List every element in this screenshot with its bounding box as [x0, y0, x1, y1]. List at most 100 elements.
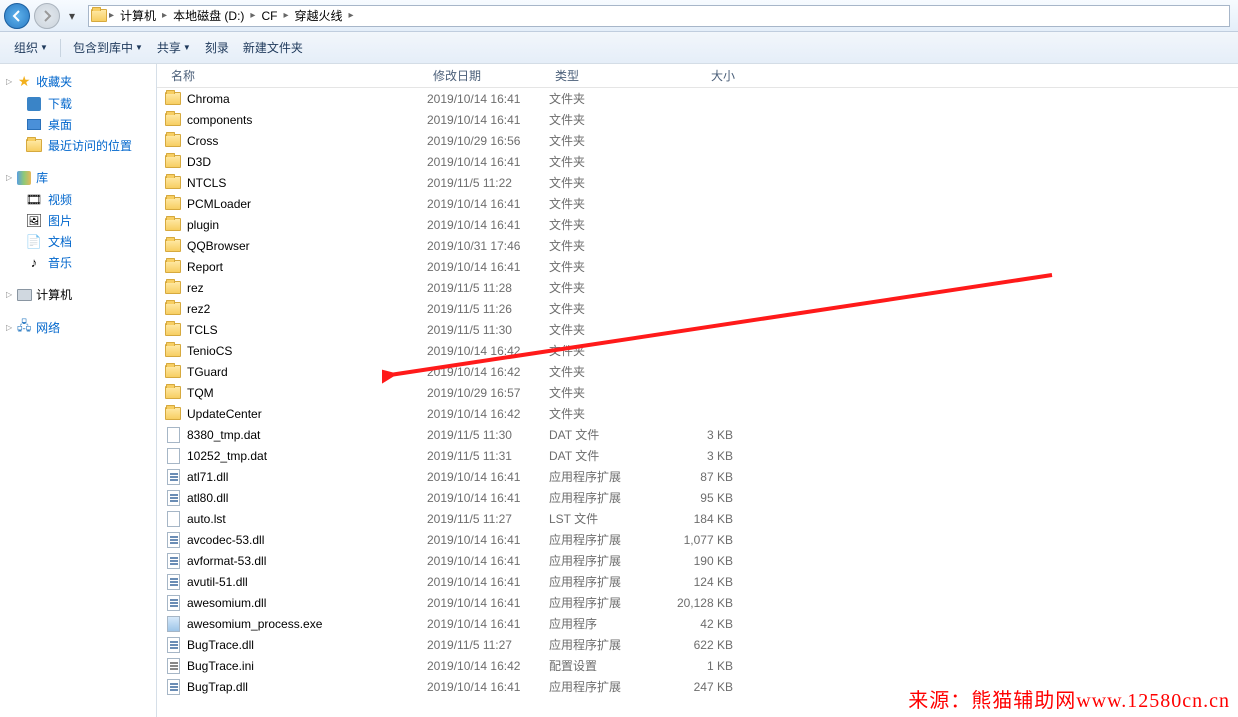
- favorites-group: ▷ ★ 收藏夹 下载 桌面 最近访问的位置: [0, 70, 156, 156]
- chevron-right-icon[interactable]: ▸: [346, 10, 355, 21]
- column-name[interactable]: 名称: [165, 67, 427, 84]
- file-row[interactable]: QQBrowser2019/10/31 17:46文件夹: [157, 235, 1238, 256]
- file-name: rez: [187, 281, 204, 295]
- new-folder-button[interactable]: 新建文件夹: [237, 35, 309, 60]
- file-type: 应用程序: [549, 615, 661, 632]
- file-type: 应用程序扩展: [549, 489, 661, 506]
- file-name: atl80.dll: [187, 491, 228, 505]
- file-row[interactable]: 8380_tmp.dat2019/11/5 11:30DAT 文件3 KB: [157, 424, 1238, 445]
- file-row[interactable]: TGuard2019/10/14 16:42文件夹: [157, 361, 1238, 382]
- burn-button[interactable]: 刻录: [199, 35, 235, 60]
- file-row[interactable]: TenioCS2019/10/14 16:42文件夹: [157, 340, 1238, 361]
- address-bar-area: ▾ ▸ 计算机 ▸ 本地磁盘 (D:) ▸ CF ▸ 穿越火线 ▸: [0, 0, 1238, 32]
- file-row[interactable]: PCMLoader2019/10/14 16:41文件夹: [157, 193, 1238, 214]
- column-size[interactable]: 大小: [661, 67, 741, 84]
- file-date: 2019/11/5 11:31: [427, 449, 549, 463]
- chevron-right-icon[interactable]: ▸: [160, 10, 169, 21]
- sidebar-item-pictures[interactable]: 🖼图片: [0, 210, 156, 231]
- file-row[interactable]: avutil-51.dll2019/10/14 16:41应用程序扩展124 K…: [157, 571, 1238, 592]
- breadcrumb-item[interactable]: 计算机: [116, 7, 160, 24]
- organize-button[interactable]: 组织▼: [8, 35, 54, 60]
- file-row[interactable]: D3D2019/10/14 16:41文件夹: [157, 151, 1238, 172]
- file-row[interactable]: TCLS2019/11/5 11:30文件夹: [157, 319, 1238, 340]
- sidebar-item-music[interactable]: ♪音乐: [0, 252, 156, 273]
- forward-button[interactable]: [34, 3, 60, 29]
- file-row[interactable]: NTCLS2019/11/5 11:22文件夹: [157, 172, 1238, 193]
- folder-icon: [165, 112, 181, 128]
- file-row[interactable]: avformat-53.dll2019/10/14 16:41应用程序扩展190…: [157, 550, 1238, 571]
- file-row[interactable]: TQM2019/10/29 16:57文件夹: [157, 382, 1238, 403]
- address-bar[interactable]: ▸ 计算机 ▸ 本地磁盘 (D:) ▸ CF ▸ 穿越火线 ▸: [88, 5, 1230, 27]
- file-name: avformat-53.dll: [187, 554, 266, 568]
- file-date: 2019/11/5 11:28: [427, 281, 549, 295]
- folder-icon: [165, 259, 181, 275]
- libraries-header[interactable]: ▷ 库: [0, 166, 156, 189]
- file-date: 2019/10/14 16:42: [427, 407, 549, 421]
- file-date: 2019/11/5 11:30: [427, 428, 549, 442]
- chevron-right-icon[interactable]: ▸: [107, 10, 116, 21]
- file-name: BugTrap.dll: [187, 680, 248, 694]
- file-type: 应用程序扩展: [549, 573, 661, 590]
- file-type: 文件夹: [549, 216, 661, 233]
- file-row[interactable]: rez2019/11/5 11:28文件夹: [157, 277, 1238, 298]
- column-type[interactable]: 类型: [549, 67, 661, 84]
- file-row[interactable]: awesomium.dll2019/10/14 16:41应用程序扩展20,12…: [157, 592, 1238, 613]
- file-row[interactable]: atl71.dll2019/10/14 16:41应用程序扩展87 KB: [157, 466, 1238, 487]
- breadcrumb-item[interactable]: CF: [257, 9, 281, 23]
- sidebar-item-computer[interactable]: ▷ 计算机: [0, 283, 156, 306]
- file-name: PCMLoader: [187, 197, 251, 211]
- file-date: 2019/10/29 16:56: [427, 134, 549, 148]
- main-split: ▷ ★ 收藏夹 下载 桌面 最近访问的位置 ▷ 库 🎞视频 🖼图片 📄文档 ♪音…: [0, 64, 1238, 717]
- file-date: 2019/10/14 16:41: [427, 155, 549, 169]
- favorites-header[interactable]: ▷ ★ 收藏夹: [0, 70, 156, 93]
- file-row[interactable]: plugin2019/10/14 16:41文件夹: [157, 214, 1238, 235]
- file-row[interactable]: BugTrace.dll2019/11/5 11:27应用程序扩展622 KB: [157, 634, 1238, 655]
- file-row[interactable]: auto.lst2019/11/5 11:27LST 文件184 KB: [157, 508, 1238, 529]
- file-date: 2019/11/5 11:22: [427, 176, 549, 190]
- file-row[interactable]: Cross2019/10/29 16:56文件夹: [157, 130, 1238, 151]
- file-size: 42 KB: [661, 617, 741, 631]
- file-row[interactable]: rez22019/11/5 11:26文件夹: [157, 298, 1238, 319]
- chevron-right-icon[interactable]: ▸: [248, 10, 257, 21]
- network-group: ▷ 🖧 网络: [0, 316, 156, 339]
- expand-icon: ▷: [6, 77, 12, 86]
- file-row[interactable]: components2019/10/14 16:41文件夹: [157, 109, 1238, 130]
- file-name: TCLS: [187, 323, 218, 337]
- sidebar-item-network[interactable]: ▷ 🖧 网络: [0, 316, 156, 339]
- file-name: Report: [187, 260, 223, 274]
- file-row[interactable]: Report2019/10/14 16:41文件夹: [157, 256, 1238, 277]
- sidebar-item-recent[interactable]: 最近访问的位置: [0, 135, 156, 156]
- file-row[interactable]: atl80.dll 2019/10/14 16:41应用程序扩展95 KB: [157, 487, 1238, 508]
- share-button[interactable]: 共享▼: [151, 35, 197, 60]
- file-row[interactable]: 10252_tmp.dat2019/11/5 11:31DAT 文件3 KB: [157, 445, 1238, 466]
- file-name: atl71.dll: [187, 470, 228, 484]
- file-name: Chroma: [187, 92, 230, 106]
- separator: [60, 39, 61, 57]
- breadcrumb-item[interactable]: 穿越火线: [290, 7, 346, 24]
- computer-group: ▷ 计算机: [0, 283, 156, 306]
- column-date[interactable]: 修改日期: [427, 67, 549, 84]
- file-row[interactable]: Chroma2019/10/14 16:41文件夹: [157, 88, 1238, 109]
- chevron-right-icon[interactable]: ▸: [281, 10, 290, 21]
- file-type: 文件夹: [549, 132, 661, 149]
- nav-history-dropdown[interactable]: ▾: [64, 3, 80, 29]
- back-button[interactable]: [4, 3, 30, 29]
- file-date: 2019/10/14 16:41: [427, 491, 549, 505]
- chevron-down-icon: ▼: [183, 43, 191, 52]
- file-row[interactable]: BugTrace.ini2019/10/14 16:42配置设置1 KB: [157, 655, 1238, 676]
- command-bar: 组织▼ 包含到库中▼ 共享▼ 刻录 新建文件夹: [0, 32, 1238, 64]
- file-row[interactable]: UpdateCenter2019/10/14 16:42文件夹: [157, 403, 1238, 424]
- file-row[interactable]: awesomium_process.exe2019/10/14 16:41应用程…: [157, 613, 1238, 634]
- include-in-library-button[interactable]: 包含到库中▼: [67, 35, 149, 60]
- sidebar-item-videos[interactable]: 🎞视频: [0, 189, 156, 210]
- sidebar-item-desktop[interactable]: 桌面: [0, 114, 156, 135]
- sidebar-item-documents[interactable]: 📄文档: [0, 231, 156, 252]
- sidebar-item-downloads[interactable]: 下载: [0, 93, 156, 114]
- file-name: awesomium_process.exe: [187, 617, 322, 631]
- file-date: 2019/10/14 16:41: [427, 470, 549, 484]
- file-name: QQBrowser: [187, 239, 250, 253]
- file-date: 2019/10/14 16:41: [427, 554, 549, 568]
- breadcrumb-item[interactable]: 本地磁盘 (D:): [169, 7, 248, 24]
- file-size: 95 KB: [661, 491, 741, 505]
- file-row[interactable]: avcodec-53.dll2019/10/14 16:41应用程序扩展1,07…: [157, 529, 1238, 550]
